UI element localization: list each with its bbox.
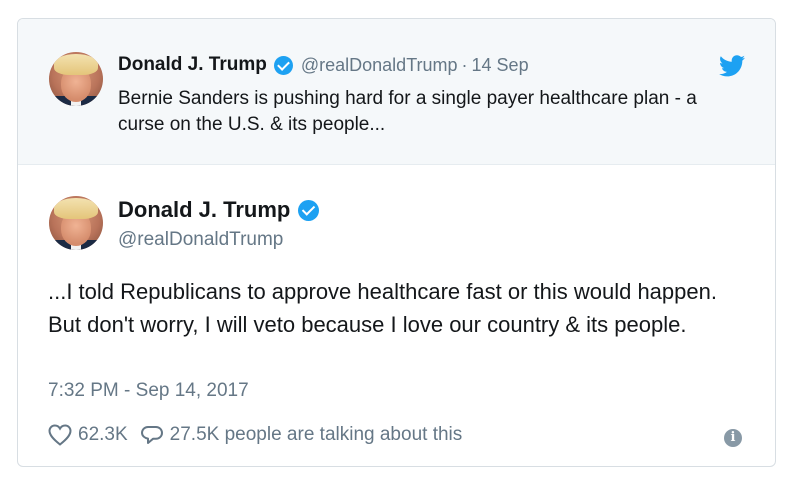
author-handle[interactable]: @realDonaldTrump xyxy=(118,229,283,251)
separator-dot: · xyxy=(461,54,468,75)
like-count[interactable]: 62.3K xyxy=(78,424,128,446)
replies-link[interactable]: 27.5K people are talking about this xyxy=(170,424,463,446)
avatar[interactable] xyxy=(49,196,103,250)
tweet-timestamp[interactable]: 7:32 PM - Sep 14, 2017 xyxy=(48,380,249,402)
author-handle[interactable]: @realDonaldTrump xyxy=(301,55,458,76)
tweet-date[interactable]: 14 Sep xyxy=(472,55,529,76)
reply-bubble-icon[interactable] xyxy=(140,424,164,446)
author-name[interactable]: Donald J. Trump xyxy=(118,54,267,76)
heart-icon[interactable] xyxy=(48,424,72,446)
avatar[interactable] xyxy=(49,52,103,106)
verified-badge-icon xyxy=(273,55,293,75)
parent-tweet-header: Donald J. Trump @realDonaldTrump · 14 Se… xyxy=(118,53,529,77)
verified-badge-icon xyxy=(298,199,320,221)
info-icon[interactable]: i xyxy=(724,429,742,447)
twitter-bird-icon[interactable] xyxy=(719,55,745,77)
embedded-tweet-card: Donald J. Trump @realDonaldTrump · 14 Se… xyxy=(17,18,776,467)
quoted-parent-tweet[interactable]: Donald J. Trump @realDonaldTrump · 14 Se… xyxy=(18,19,775,165)
tweet-author-row: Donald J. Trump xyxy=(118,197,320,223)
author-name[interactable]: Donald J. Trump xyxy=(118,197,290,223)
tweet-text: ...I told Republicans to approve healthc… xyxy=(48,279,717,337)
tweet-actions: 62.3K 27.5K people are talking about thi… xyxy=(48,424,462,446)
parent-tweet-text: Bernie Sanders is pushing hard for a sin… xyxy=(118,88,697,135)
